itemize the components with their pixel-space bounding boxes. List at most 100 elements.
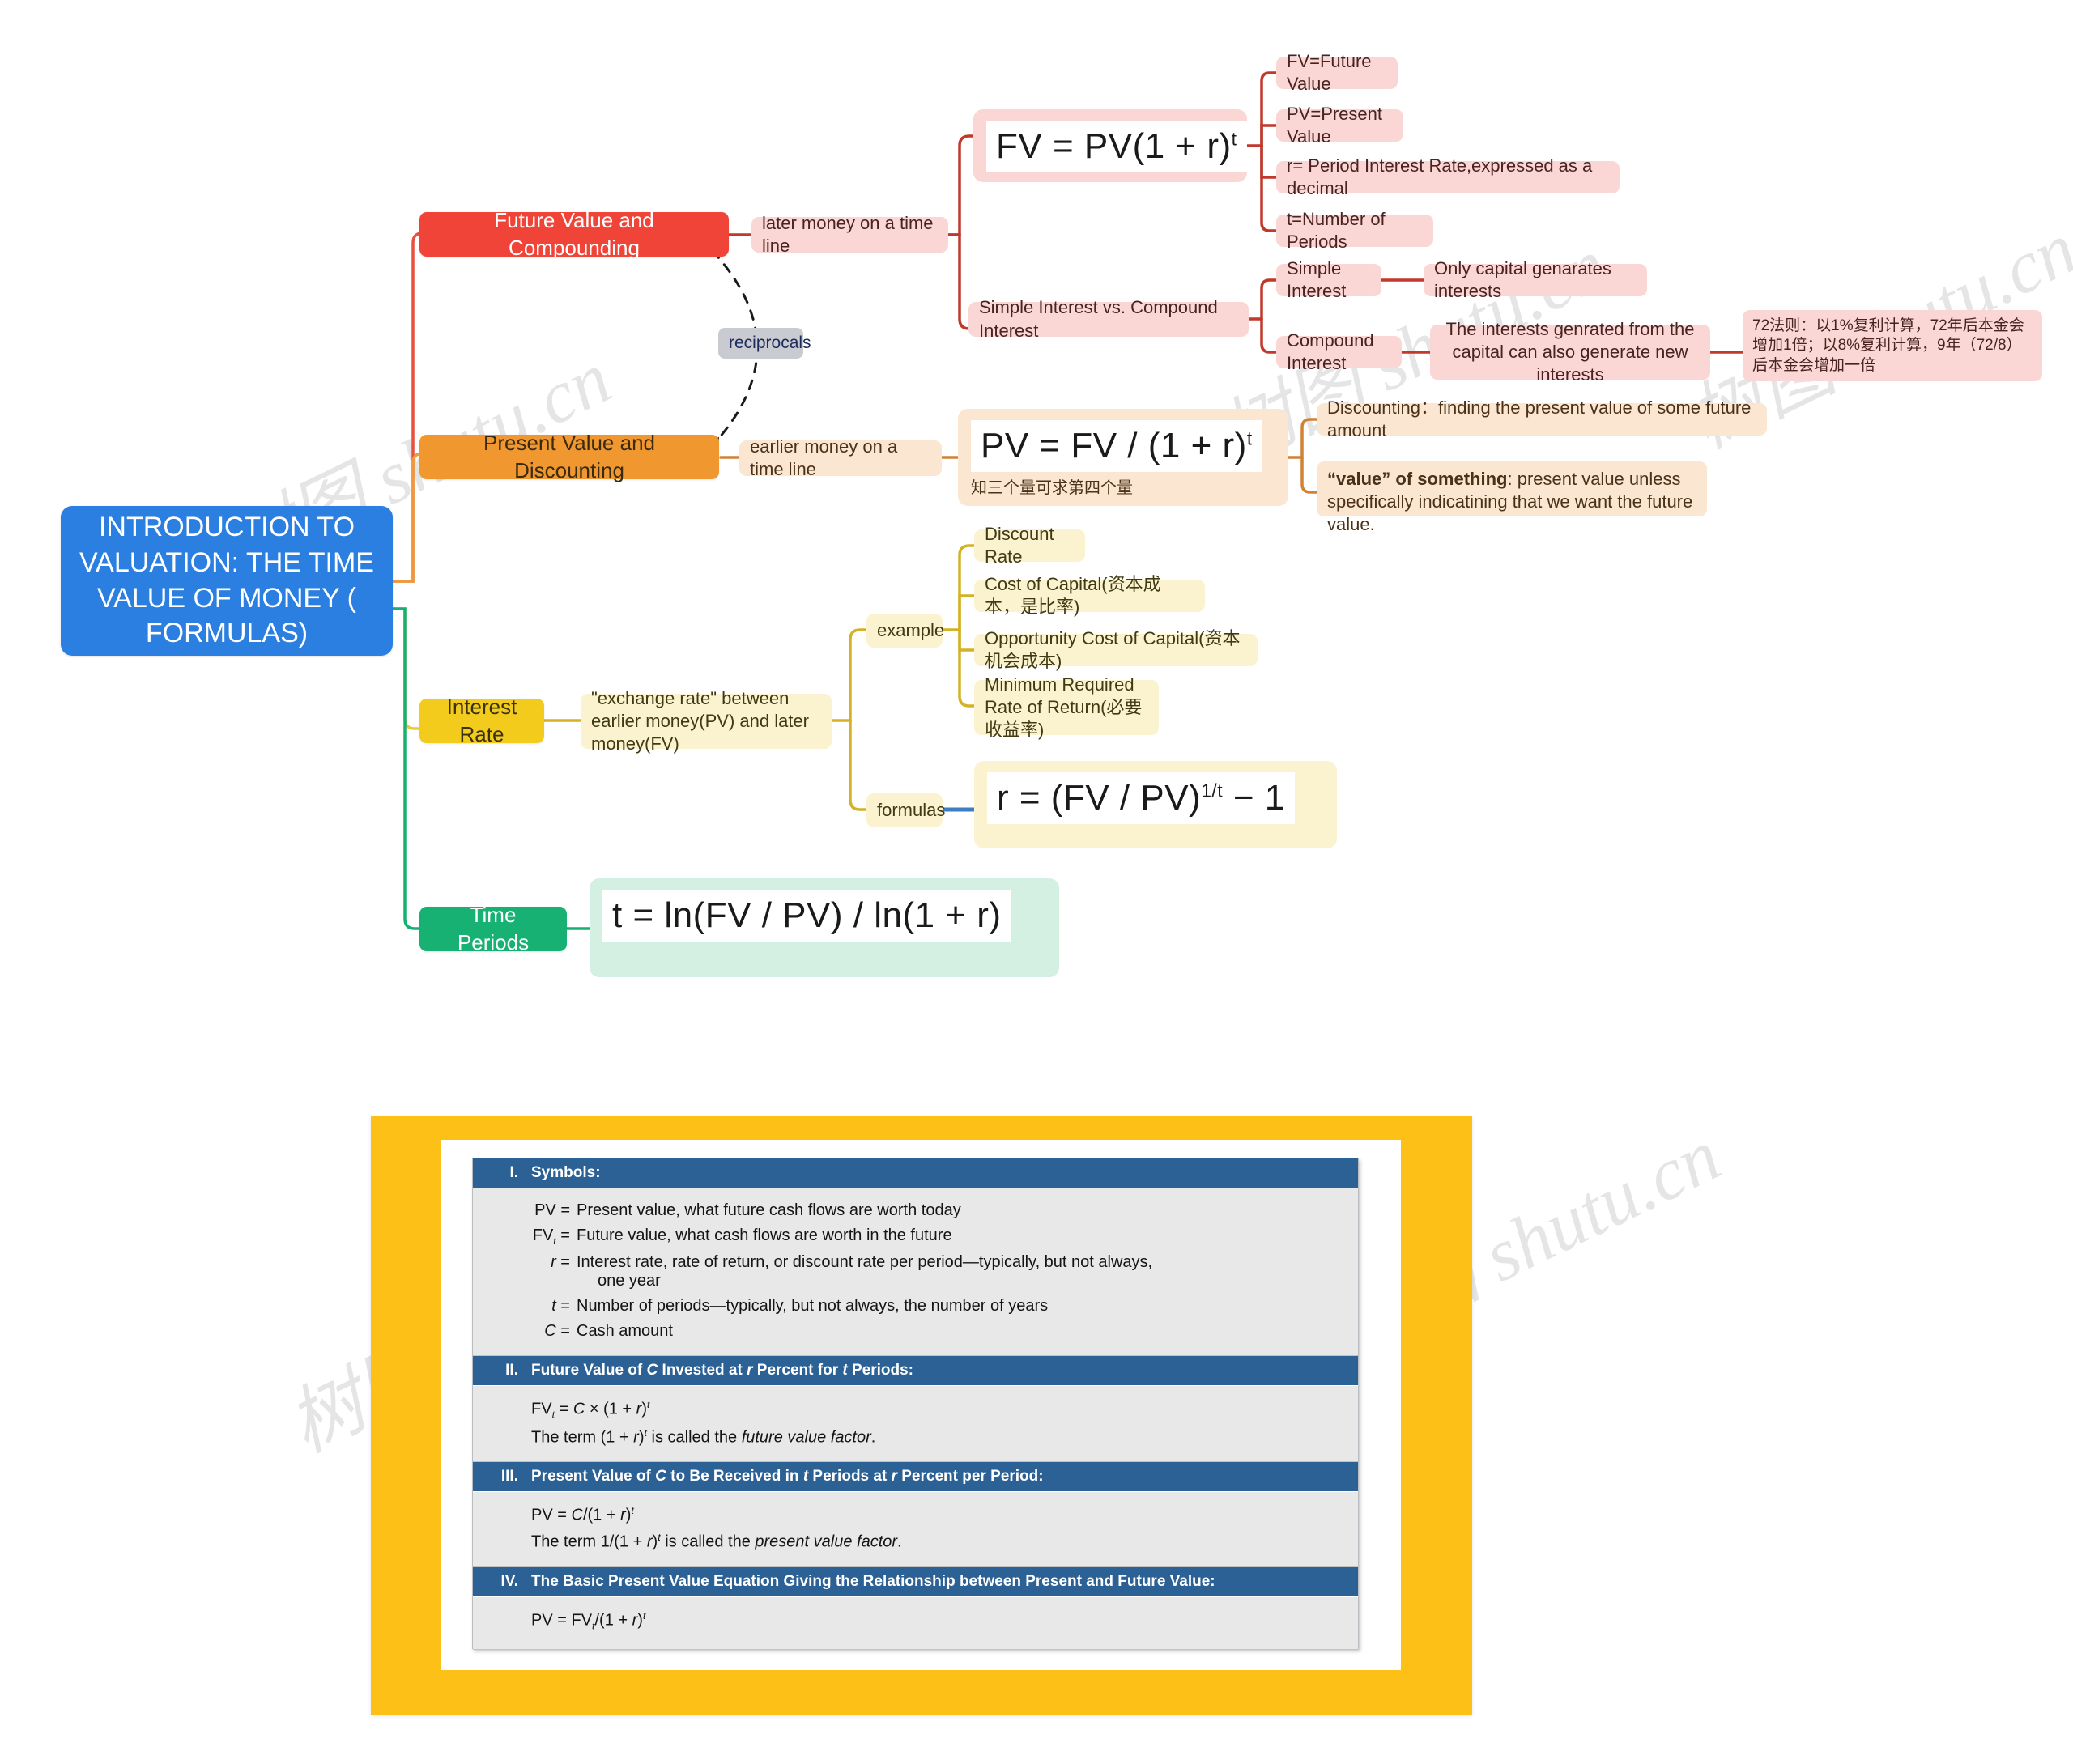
symbol-description: Interest rate, rate of return, or discou… xyxy=(577,1253,1153,1290)
symbol: PV = xyxy=(534,1201,570,1219)
symbol: r = xyxy=(551,1253,570,1271)
table-section-body: PV = C/(1 + r)t The term 1/(1 + r)t is c… xyxy=(473,1491,1358,1567)
node-reciprocals[interactable]: reciprocals xyxy=(718,328,811,359)
def-pv[interactable]: PV=Present Value xyxy=(1276,104,1403,147)
table-section-header: II. Future Value of C Invested at r Perc… xyxy=(473,1356,1358,1385)
formula-card-r[interactable]: r = (FV / PV)1/t − 1 xyxy=(974,761,1337,848)
section-title: Symbols: xyxy=(531,1164,601,1181)
branch-time-periods-label: Time Periods xyxy=(457,903,530,954)
note-discounting[interactable]: Discounting：finding the present value of… xyxy=(1317,397,1767,440)
table-row: C = Cash amount xyxy=(473,1319,1358,1344)
example-opportunity-cost-text: Opportunity Cost of Capital(资本机会成本) xyxy=(985,627,1241,671)
label-exchange-rate[interactable]: "exchange rate" between earlier money(PV… xyxy=(581,688,832,754)
node-example[interactable]: example xyxy=(866,614,945,648)
label-earlier-money[interactable]: earlier money on a time line xyxy=(739,436,942,479)
note-rule-of-72-text: 72法则：以1%复利计算，72年后本金会增加1倍；以8%复利计算，9年（72/8… xyxy=(1752,317,2024,374)
formula-pv: PV = FV / (1 + r)t xyxy=(971,420,1262,473)
node-simple-interest[interactable]: Simple Interest xyxy=(1276,258,1381,301)
table-section-header: I. Symbols: xyxy=(473,1158,1358,1188)
branch-time-periods[interactable]: Time Periods xyxy=(419,903,567,954)
branch-interest-rate-label: Interest Rate xyxy=(446,695,517,746)
section-title: The Basic Present Value Equation Giving … xyxy=(531,1572,1215,1590)
node-example-label: example xyxy=(877,619,945,640)
symbol: t = xyxy=(551,1297,570,1315)
detail-simple-interest[interactable]: Only capital genarates interests xyxy=(1424,258,1647,301)
table-section-header: IV. The Basic Present Value Equation Giv… xyxy=(473,1566,1358,1596)
root-title: INTRODUCTION TO VALUATION: THE TIME VALU… xyxy=(79,512,374,649)
label-later-money[interactable]: later money on a time line xyxy=(751,213,948,256)
note-value-meaning[interactable]: “value” of something: present value unle… xyxy=(1317,461,1707,534)
table-formula-line: FVt = C × (1 + r)t xyxy=(531,1399,650,1421)
table-row: t = Number of periods—typically, but not… xyxy=(473,1294,1358,1319)
node-formulas-label: formulas xyxy=(877,799,946,820)
def-pv-text: PV=Present Value xyxy=(1287,103,1383,147)
formula-r: r = (FV / PV)1/t − 1 xyxy=(987,772,1295,825)
node-formulas[interactable]: formulas xyxy=(866,793,946,827)
node-reciprocals-label: reciprocals xyxy=(729,333,811,352)
table-row: r = Interest rate, rate of return, or di… xyxy=(473,1250,1358,1294)
formula-card-pv[interactable]: PV = FV / (1 + r)t 知三个量可求第四个量 xyxy=(958,409,1288,506)
table-section-header: III. Present Value of C to Be Received i… xyxy=(473,1462,1358,1492)
table-section-body: FVt = C × (1 + r)t The term (1 + r)t is … xyxy=(473,1385,1358,1463)
node-compound-interest[interactable]: Compound Interest xyxy=(1276,330,1402,373)
formula-card-fv[interactable]: FV = PV(1 + r)t xyxy=(973,109,1247,182)
symbol-description: Present value, what future cash flows ar… xyxy=(577,1201,961,1219)
branch-interest-rate[interactable]: Interest Rate xyxy=(419,695,544,746)
branch-future-value-label: Future Value and Compounding xyxy=(494,208,654,260)
note-value-meaning-bold: “value” of something xyxy=(1327,469,1508,489)
table-section-body: PV = FVt/(1 + r)t xyxy=(473,1596,1358,1651)
formula-pv-subtext: 知三个量可求第四个量 xyxy=(971,479,1133,498)
def-r[interactable]: r= Period Interest Rate,expressed as a d… xyxy=(1276,155,1620,198)
table-row: FVt = Future value, what cash flows are … xyxy=(473,1223,1358,1250)
label-exchange-rate-text: "exchange rate" between earlier money(PV… xyxy=(591,687,810,754)
detail-compound-interest[interactable]: The interests genrated from the capital … xyxy=(1430,319,1710,385)
table-formula-line: The term 1/(1 + r)t is called the presen… xyxy=(531,1531,902,1551)
table-formula-line: The term (1 + r)t is called the future v… xyxy=(531,1426,876,1447)
node-simple-vs-compound[interactable]: Simple Interest vs. Compound Interest xyxy=(968,297,1249,341)
table-row: PV = Present value, what future cash flo… xyxy=(473,1198,1358,1223)
example-cost-of-capital[interactable]: Cost of Capital(资本成本，是比率) xyxy=(974,574,1205,617)
label-later-money-text: later money on a time line xyxy=(762,212,934,256)
table-formula-line: PV = C/(1 + r)t xyxy=(531,1505,634,1524)
section-number: IV. xyxy=(500,1572,519,1590)
section-title: Future Value of C Invested at r Percent … xyxy=(531,1362,914,1379)
def-t-text: t=Number of Periods xyxy=(1287,208,1386,252)
example-discount-rate-text: Discount Rate xyxy=(985,523,1054,567)
symbol: FVt = xyxy=(532,1226,570,1247)
label-earlier-money-text: earlier money on a time line xyxy=(750,436,898,479)
def-t[interactable]: t=Number of Periods xyxy=(1276,209,1433,252)
symbol-description: Cash amount xyxy=(577,1322,673,1340)
formula-t: t = ln(FV / PV) / ln(1 + r) xyxy=(602,890,1011,942)
formula-card-t[interactable]: t = ln(FV / PV) / ln(1 + r) xyxy=(590,878,1059,977)
branch-present-value-label: Present Value and Discounting xyxy=(483,431,655,482)
example-cost-of-capital-text: Cost of Capital(资本成本，是比率) xyxy=(985,573,1161,617)
section-title: Present Value of C to Be Received in t P… xyxy=(531,1468,1044,1486)
note-discounting-text: Discounting：finding the present value of… xyxy=(1327,397,1752,440)
mindmap-canvas: 树图 shutu.cn 树图 shutu.cn 树图 shutu.cn 树图 s… xyxy=(0,0,2073,1764)
node-simple-interest-label: Simple Interest xyxy=(1287,257,1347,301)
note-rule-of-72[interactable]: 72法则：以1%复利计算，72年后本金会增加1倍；以8%复利计算，9年（72/8… xyxy=(1743,310,2042,381)
example-min-required-return-text: Minimum Required Rate of Return(必要收益率) xyxy=(985,674,1143,741)
table-section-body: PV = Present value, what future cash flo… xyxy=(473,1188,1358,1356)
example-min-required-return[interactable]: Minimum Required Rate of Return(必要收益率) xyxy=(974,674,1159,740)
formula-reference-table: I. Symbols: PV = Present value, what fut… xyxy=(472,1158,1359,1651)
root-node[interactable]: INTRODUCTION TO VALUATION: THE TIME VALU… xyxy=(61,506,393,656)
section-number: II. xyxy=(505,1362,518,1379)
example-discount-rate[interactable]: Discount Rate xyxy=(974,524,1085,567)
table-formula-line: PV = FVt/(1 + r)t xyxy=(531,1609,646,1632)
symbol-description: Future value, what cash flows are worth … xyxy=(577,1226,952,1244)
formula-fv: FV = PV(1 + r)t xyxy=(986,121,1247,173)
branch-present-value[interactable]: Present Value and Discounting xyxy=(419,431,719,482)
node-simple-vs-compound-label: Simple Interest vs. Compound Interest xyxy=(979,297,1218,341)
example-opportunity-cost[interactable]: Opportunity Cost of Capital(资本机会成本) xyxy=(974,628,1258,671)
def-fv[interactable]: FV=Future Value xyxy=(1276,51,1398,94)
detail-compound-interest-text: The interests genrated from the capital … xyxy=(1445,318,1695,385)
section-number: I. xyxy=(509,1164,518,1181)
def-r-text: r= Period Interest Rate,expressed as a d… xyxy=(1287,155,1593,198)
branch-future-value[interactable]: Future Value and Compounding xyxy=(419,208,729,260)
section-number: III. xyxy=(500,1468,518,1486)
node-compound-interest-label: Compound Interest xyxy=(1287,329,1374,373)
symbol: C = xyxy=(544,1322,570,1340)
symbol-description: Number of periods—typically, but not alw… xyxy=(577,1297,1049,1315)
detail-simple-interest-text: Only capital genarates interests xyxy=(1434,257,1611,301)
